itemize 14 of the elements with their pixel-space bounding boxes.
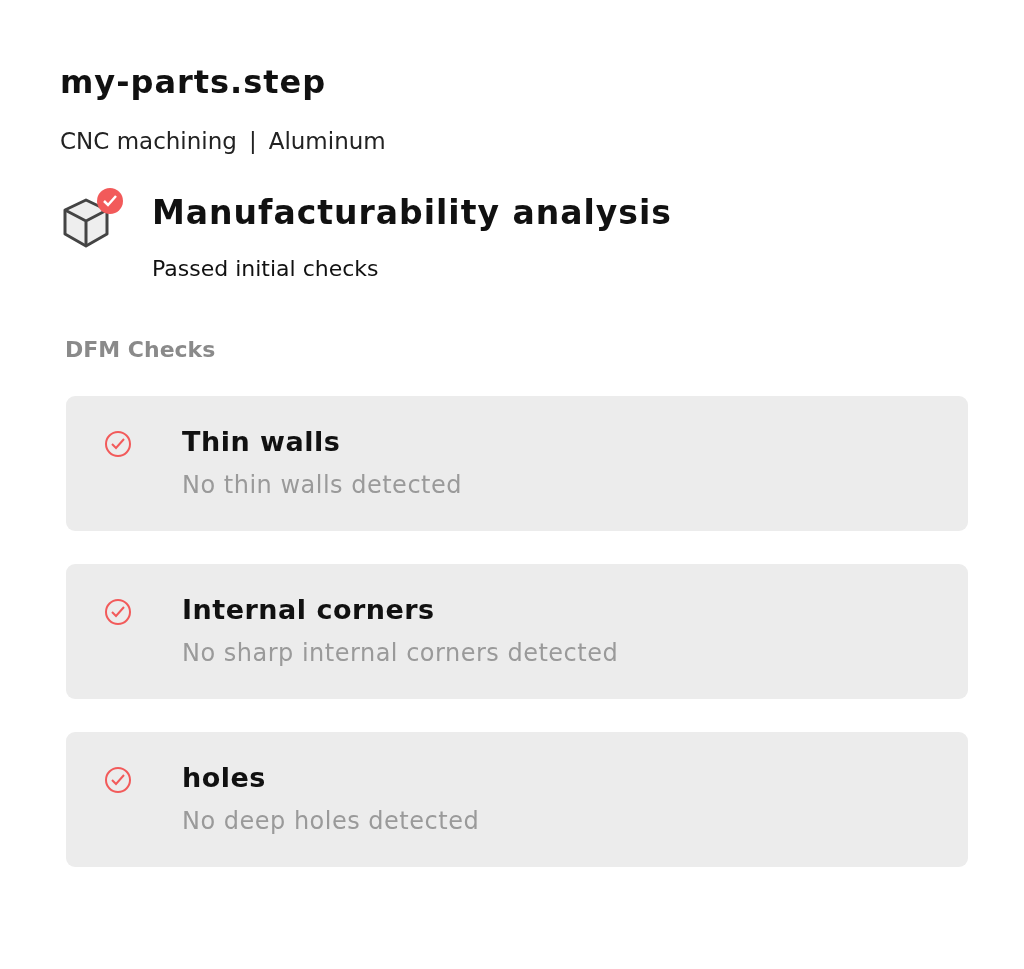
check-title: Thin walls — [182, 426, 342, 457]
file-name: my-parts.step — [60, 62, 328, 103]
process-label: CNC machining — [60, 128, 237, 154]
separator: | — [248, 128, 257, 154]
check-detail: No thin walls detected — [182, 471, 462, 499]
analysis-title: Manufacturability analysis — [152, 192, 672, 234]
check-detail: No sharp internal corners detected — [182, 639, 619, 667]
check-title: Internal corners — [182, 594, 436, 625]
section-title: DFM Checks — [65, 337, 217, 362]
material-label: Aluminum — [268, 128, 386, 154]
check-title: holes — [182, 762, 267, 793]
check-detail: No deep holes detected — [182, 807, 480, 835]
cube-icon — [62, 198, 110, 248]
analysis-summary: Passed initial checks — [152, 256, 380, 281]
